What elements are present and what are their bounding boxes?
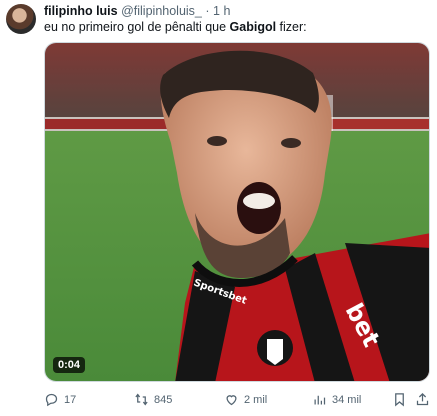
bookmark-button[interactable] xyxy=(392,392,407,407)
tweet-text-start: eu no primeiro gol de pênalti que xyxy=(44,20,230,34)
tweet-actions: 17 845 2 mil 34 mil xyxy=(44,392,430,412)
reply-button[interactable]: 17 xyxy=(44,392,76,407)
view-count: 34 mil xyxy=(332,393,362,406)
avatar[interactable] xyxy=(6,4,36,34)
video-duration: 0:04 xyxy=(53,357,86,373)
repost-button[interactable]: 845 xyxy=(134,392,172,407)
reply-icon xyxy=(45,393,58,407)
like-button[interactable]: 2 mil xyxy=(224,392,267,407)
video-frame: Sportsbet bet xyxy=(45,43,429,381)
reply-count: 17 xyxy=(64,393,77,406)
heart-icon xyxy=(226,395,237,406)
tweet-text: eu no primeiro gol de pênalti que Gabigo… xyxy=(44,19,307,35)
separator: · xyxy=(205,4,210,18)
share-button[interactable] xyxy=(415,392,430,407)
author-name[interactable]: filipinho luis xyxy=(44,4,118,18)
like-count: 2 mil xyxy=(244,393,268,406)
tweet-text-end: fizer: xyxy=(276,20,307,34)
views-icon xyxy=(314,395,326,405)
bookmark-icon xyxy=(395,393,404,407)
author-handle[interactable]: @filipinholuis_ xyxy=(121,4,202,18)
repost-icon xyxy=(135,393,148,406)
tweet-text-bold: Gabigol xyxy=(229,20,277,34)
video-player[interactable]: Sportsbet bet 0:04 xyxy=(44,42,430,382)
repost-count: 845 xyxy=(154,393,173,406)
share-icon xyxy=(416,392,429,406)
timestamp[interactable]: 1 h xyxy=(213,4,230,18)
views-button[interactable]: 34 mil xyxy=(312,392,361,407)
tweet-header: filipinho luis @filipinholuis_ · 1 h xyxy=(44,3,230,19)
